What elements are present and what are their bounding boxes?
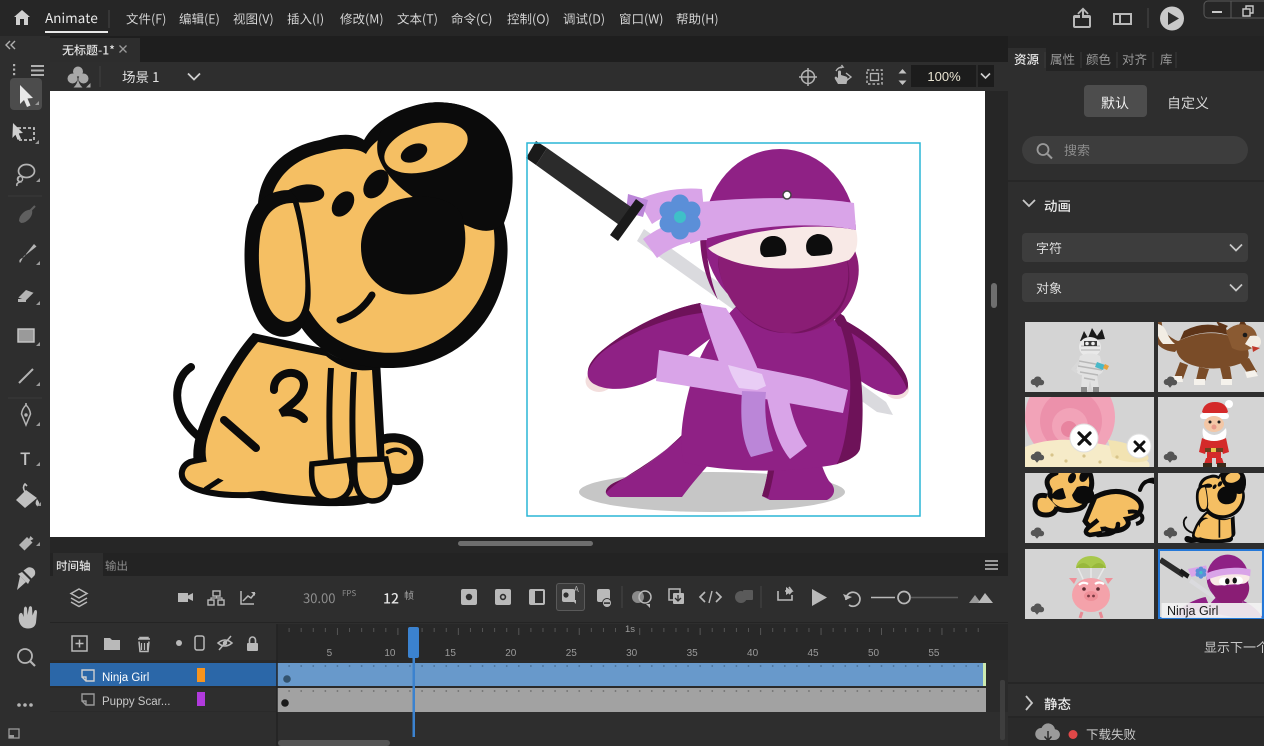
svg-text:1s: 1s [625,624,635,635]
svg-text:55: 55 [928,648,940,659]
svg-text:5: 5 [327,648,333,659]
svg-text:Puppy Scar...: Puppy Scar... [102,696,170,708]
svg-text:20: 20 [505,648,517,659]
svg-text:40: 40 [747,648,759,659]
svg-text:35: 35 [687,648,699,659]
svg-text:30: 30 [626,648,638,659]
svg-text:15: 15 [445,648,457,659]
svg-text:10: 10 [384,648,396,659]
svg-text:45: 45 [807,648,819,659]
svg-text:Ninja Girl: Ninja Girl [1167,604,1218,618]
svg-text:25: 25 [566,648,578,659]
svg-text:100%: 100% [927,69,961,84]
svg-text:50: 50 [868,648,880,659]
svg-text:Ninja Girl: Ninja Girl [102,672,149,684]
